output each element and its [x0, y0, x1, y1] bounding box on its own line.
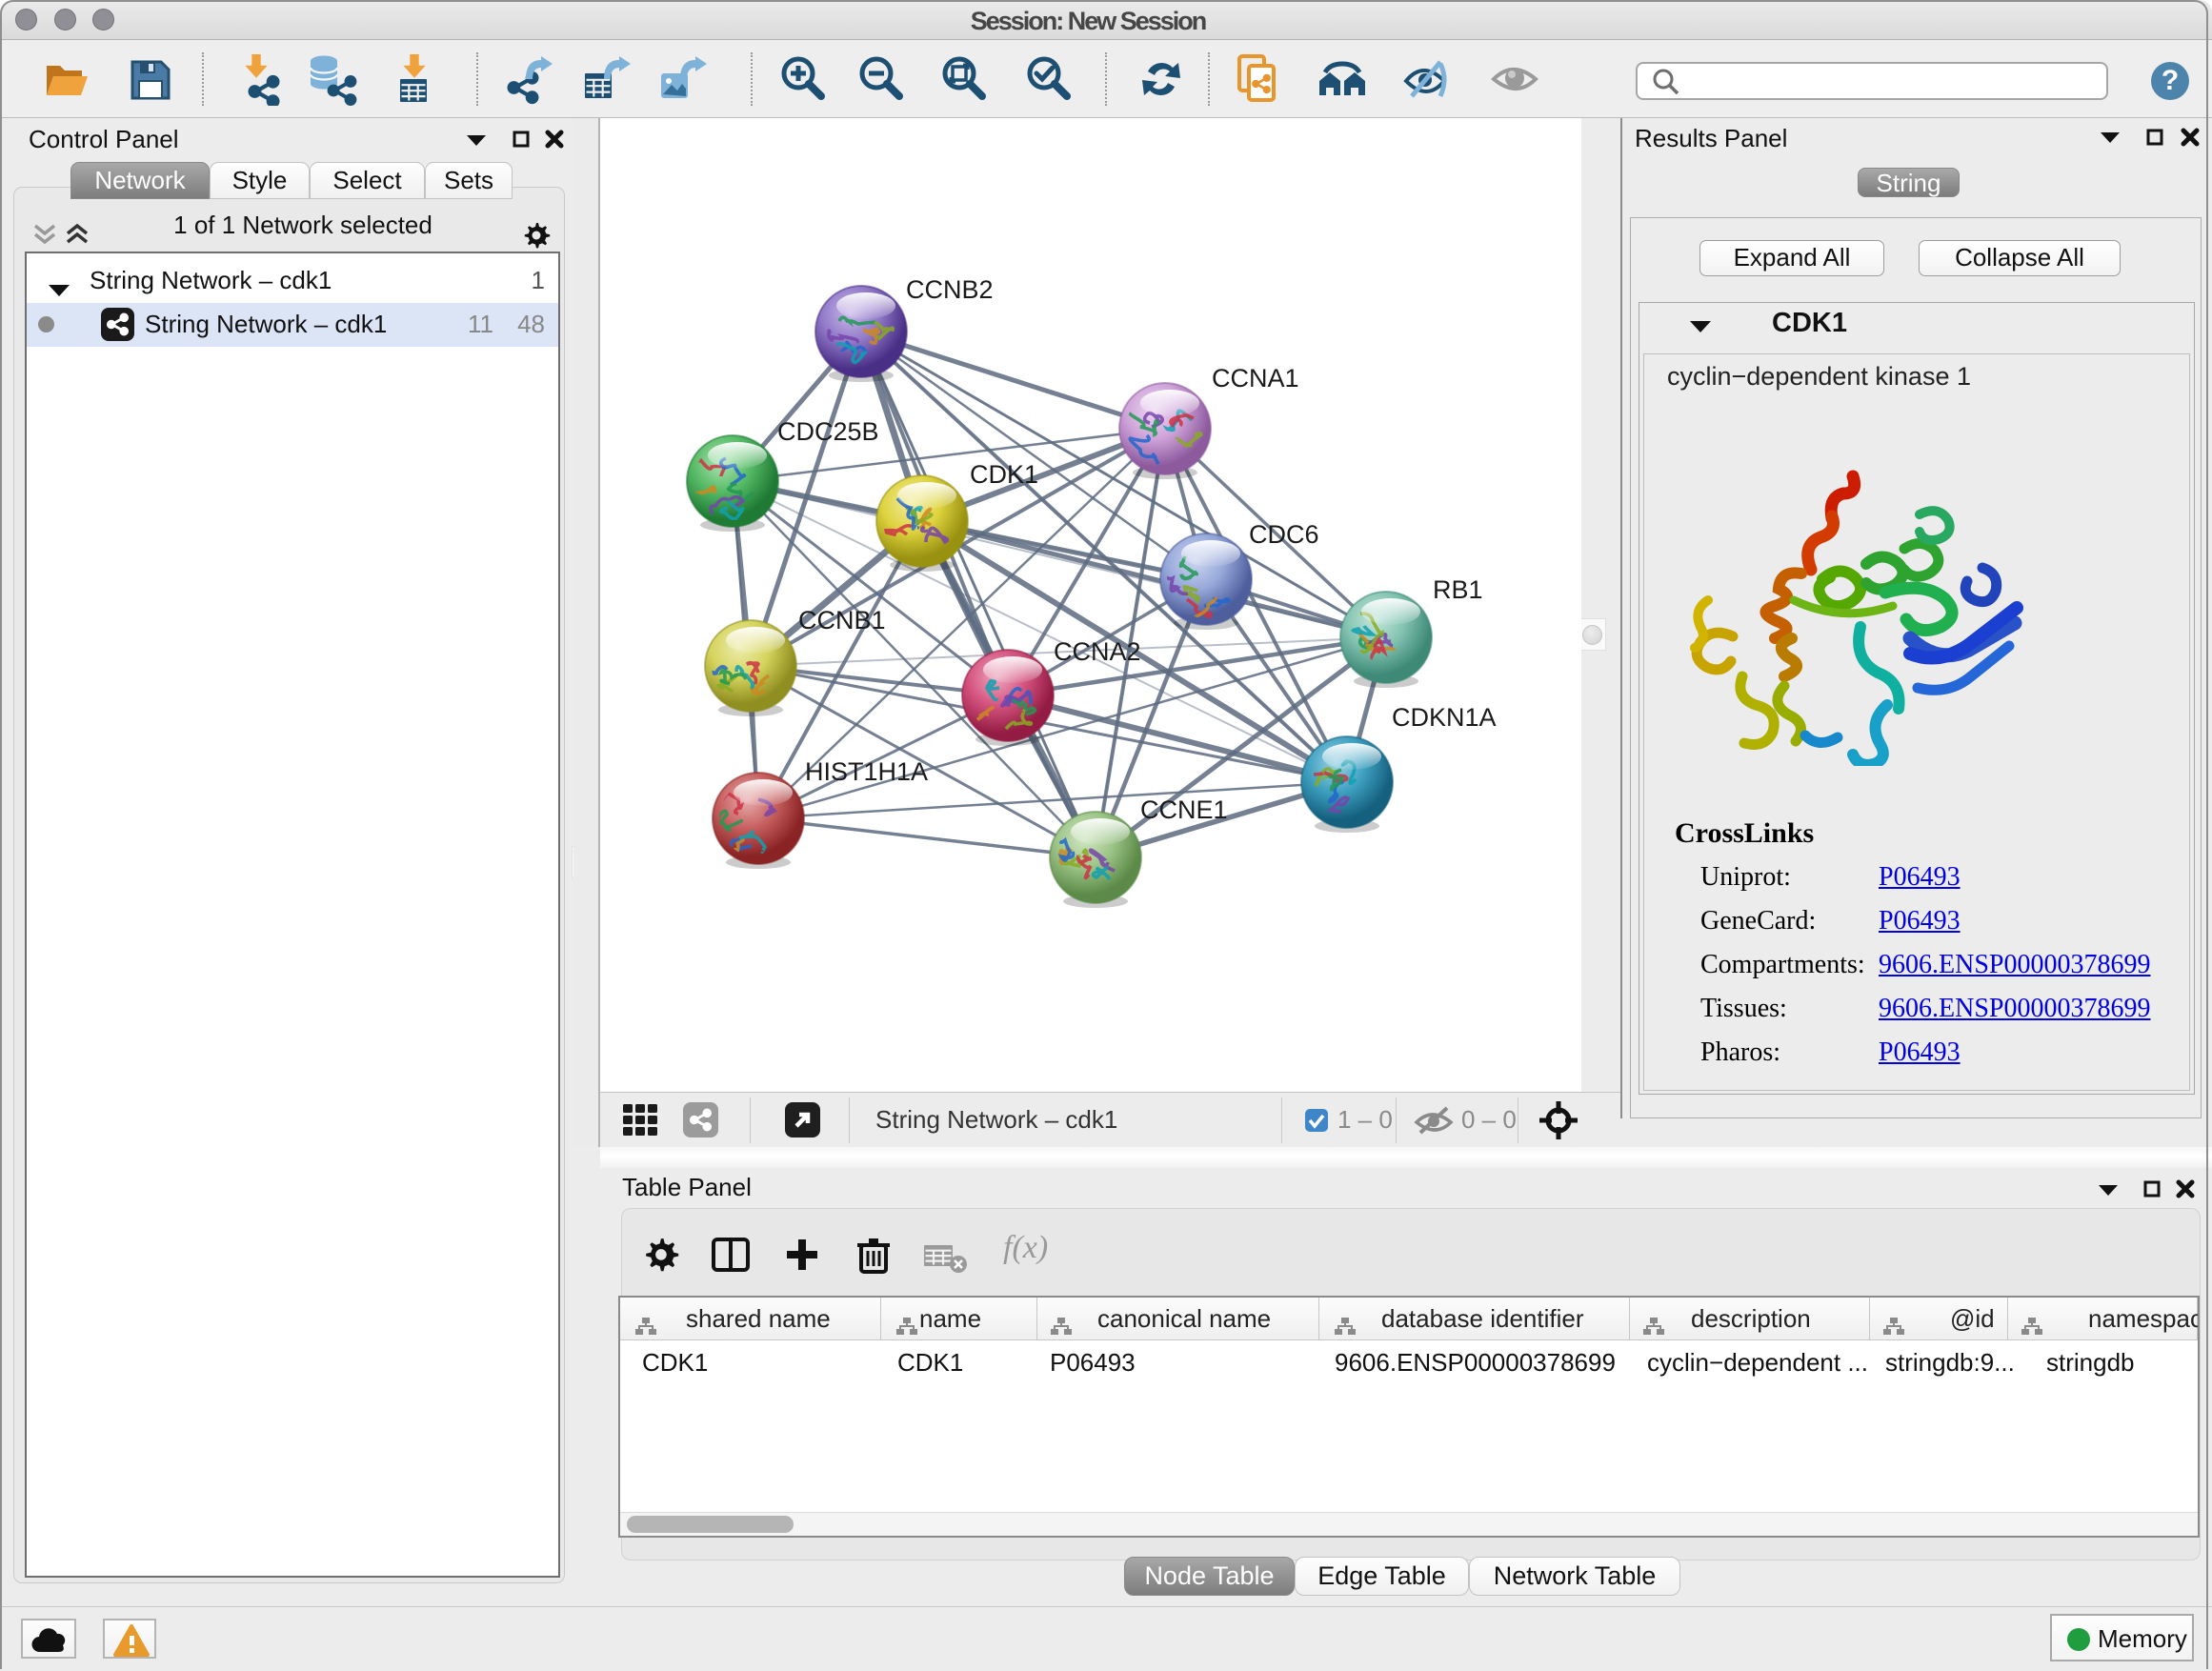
svg-text:CDC6: CDC6 — [1249, 520, 1319, 549]
svg-text:CDK1: CDK1 — [970, 460, 1038, 489]
svg-text:CCNE1: CCNE1 — [1140, 795, 1228, 824]
svg-text:RB1: RB1 — [1433, 575, 1483, 604]
svg-text:HIST1H1A: HIST1H1A — [805, 757, 928, 786]
svg-text:CCNA1: CCNA1 — [1212, 364, 1299, 393]
svg-text:CDKN1A: CDKN1A — [1392, 703, 1497, 732]
svg-text:CDC25B: CDC25B — [777, 417, 879, 446]
svg-text:CCNB1: CCNB1 — [798, 606, 886, 634]
svg-text:CCNB2: CCNB2 — [906, 275, 994, 304]
svg-text:CCNA2: CCNA2 — [1054, 637, 1141, 666]
